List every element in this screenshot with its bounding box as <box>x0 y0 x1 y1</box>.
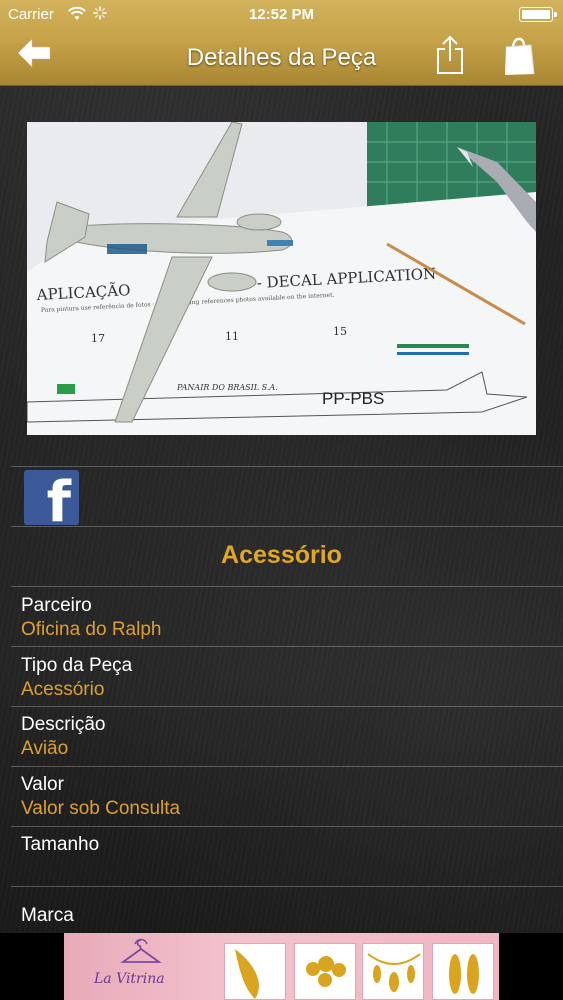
ad-brand-name: La Vitrina <box>94 971 165 987</box>
page-title: Detalhes da Peça <box>186 44 377 71</box>
field-tipo-da-peca: Tipo da Peça Acessório <box>21 655 553 701</box>
photo-number-15: 15 <box>333 325 347 338</box>
ad-product-image <box>294 943 356 1000</box>
divider <box>11 706 563 707</box>
divider <box>11 766 563 767</box>
share-button[interactable] <box>434 35 466 75</box>
field-parceiro: Parceiro Oficina do Ralph <box>21 595 553 641</box>
divider <box>11 586 563 587</box>
hanger-logo-icon <box>120 938 162 963</box>
field-label: Tamanho <box>21 834 100 855</box>
ad-product-image <box>224 943 286 1000</box>
product-photo: APLICAÇÃO - DECAL APPLICATION Para pintu… <box>27 122 536 435</box>
ad-product-image <box>432 943 494 1000</box>
field-valor: Valor Valor sob Consulta <box>21 774 553 820</box>
photo-number-11: 11 <box>225 330 239 343</box>
shopping-bag-button[interactable] <box>503 33 537 77</box>
field-label: Marca <box>21 905 74 926</box>
field-label: Parceiro <box>21 595 92 616</box>
field-tamanho: Tamanho <box>21 834 553 858</box>
divider <box>11 526 563 527</box>
field-value: Oficina do Ralph <box>21 619 162 640</box>
ad-banner[interactable]: La Vitrina <box>64 933 499 1000</box>
facebook-icon: f <box>46 470 71 526</box>
divider <box>11 646 563 647</box>
field-value: Valor sob Consulta <box>21 798 181 819</box>
status-bar: Carrier 12:52 PM <box>0 0 563 30</box>
product-category-title: Acessório <box>221 541 342 569</box>
share-icon <box>437 35 463 74</box>
navigation-bar: Carrier 12:52 PM Detalhes da Peça <box>0 0 563 86</box>
divider <box>11 466 563 467</box>
field-label: Descrição <box>21 714 106 735</box>
battery-icon <box>519 7 557 22</box>
photo-number-17: 17 <box>91 332 105 345</box>
field-descricao: Descrição Avião <box>21 714 553 760</box>
field-value: Acessório <box>21 679 105 700</box>
divider <box>11 826 563 827</box>
shopping-bag-icon <box>505 37 535 75</box>
ad-product-image <box>362 943 424 1000</box>
divider <box>11 886 563 887</box>
field-marca: Marca <box>21 905 553 927</box>
field-value: Avião <box>21 738 69 759</box>
photo-text-panair: PANAIR DO BRASIL S.A. <box>176 383 278 392</box>
photo-text-registration: PP-PBS <box>322 389 384 408</box>
facebook-share-button[interactable]: f <box>24 470 79 525</box>
status-time: 12:52 PM <box>248 6 315 23</box>
field-label: Valor <box>21 774 64 795</box>
field-label: Tipo da Peça <box>21 655 133 676</box>
